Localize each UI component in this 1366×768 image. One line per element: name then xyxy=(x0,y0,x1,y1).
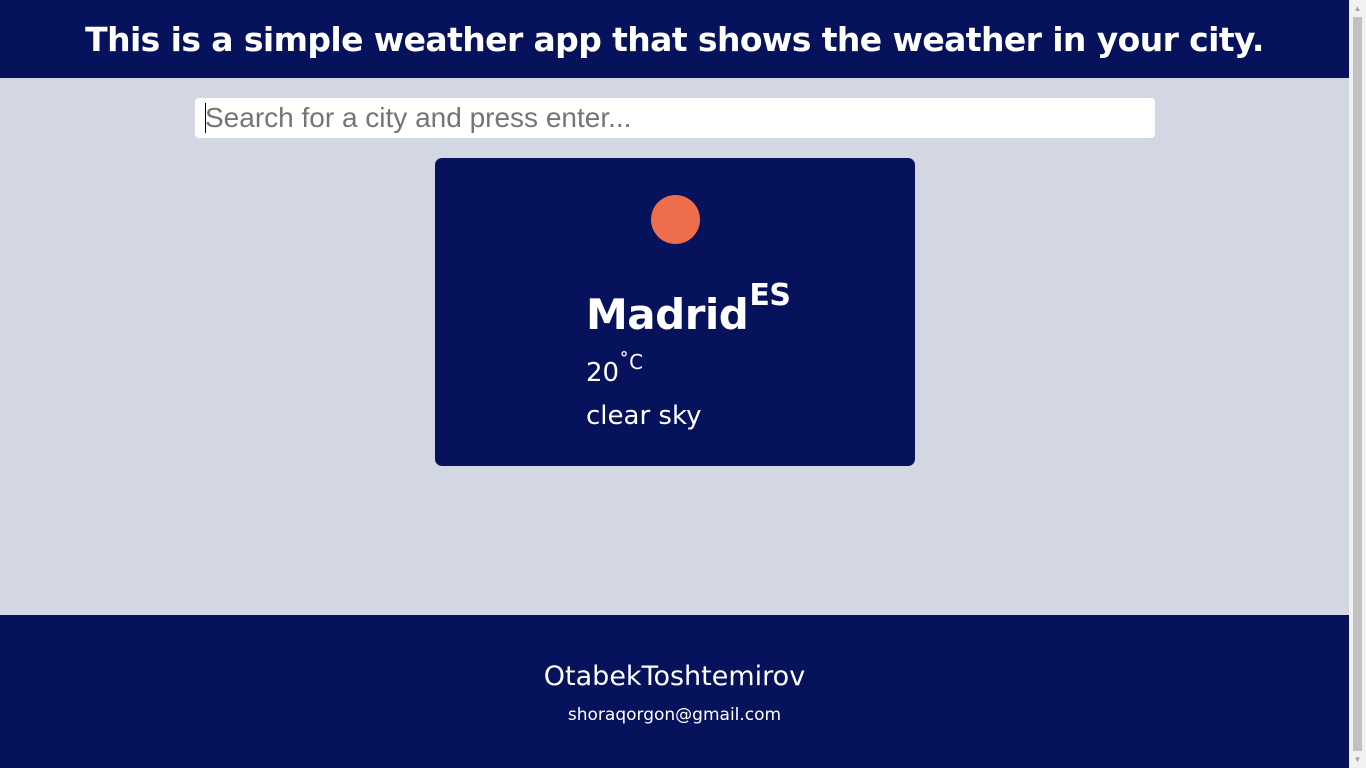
weather-card: MadridES 20˚C clear sky xyxy=(435,158,915,466)
scroll-down-arrow-icon[interactable]: ▼ xyxy=(1349,751,1366,768)
footer-bar: OtabekToshtemirov shoraqorgon@gmail.com xyxy=(0,615,1349,768)
search-container xyxy=(195,98,1155,138)
country-code: ES xyxy=(749,278,791,313)
author-email: shoraqorgon@gmail.com xyxy=(567,705,782,725)
scroll-up-arrow-icon[interactable]: ▲ xyxy=(1349,0,1366,17)
header-bar: This is a simple weather app that shows … xyxy=(0,0,1349,78)
text-caret xyxy=(205,103,206,133)
city-name: Madrid xyxy=(586,290,749,339)
weather-info: MadridES 20˚C clear sky xyxy=(586,281,791,431)
temperature: 20˚C xyxy=(586,352,790,388)
weather-description: clear sky xyxy=(586,401,702,431)
temperature-value: 20 xyxy=(586,358,620,388)
temperature-unit: ˚C xyxy=(619,350,644,374)
city-search-input[interactable] xyxy=(195,98,1155,138)
author-name: OtabekToshtemirov xyxy=(543,661,806,692)
city-heading: MadridES xyxy=(586,281,791,336)
vertical-scrollbar[interactable]: ▲ ▼ xyxy=(1349,0,1366,768)
scrollbar-thumb[interactable] xyxy=(1353,17,1362,751)
sun-icon xyxy=(651,195,700,244)
page-title: This is a simple weather app that shows … xyxy=(85,19,1264,59)
app-page: This is a simple weather app that shows … xyxy=(0,0,1349,768)
